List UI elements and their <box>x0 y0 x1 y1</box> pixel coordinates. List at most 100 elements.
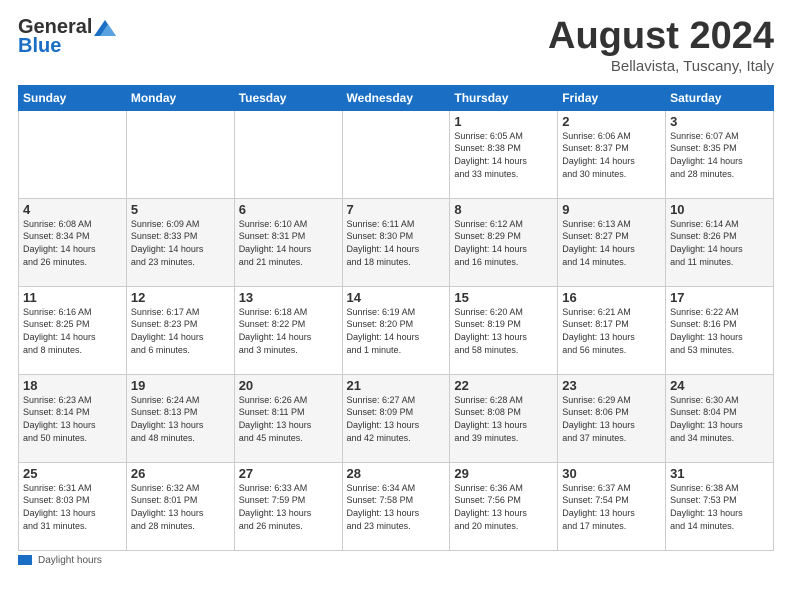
calendar-day: 23Sunrise: 6:29 AM Sunset: 8:06 PM Dayli… <box>558 374 666 462</box>
calendar-week-4: 18Sunrise: 6:23 AM Sunset: 8:14 PM Dayli… <box>19 374 774 462</box>
calendar-day: 3Sunrise: 6:07 AM Sunset: 8:35 PM Daylig… <box>666 110 774 198</box>
calendar-day: 6Sunrise: 6:10 AM Sunset: 8:31 PM Daylig… <box>234 198 342 286</box>
day-number: 25 <box>23 466 122 481</box>
calendar-day: 26Sunrise: 6:32 AM Sunset: 8:01 PM Dayli… <box>126 462 234 550</box>
logo-blue-text: Blue <box>18 35 61 58</box>
calendar-day: 19Sunrise: 6:24 AM Sunset: 8:13 PM Dayli… <box>126 374 234 462</box>
legend-icon <box>18 555 32 565</box>
calendar-week-1: 1Sunrise: 6:05 AM Sunset: 8:38 PM Daylig… <box>19 110 774 198</box>
day-number: 31 <box>670 466 769 481</box>
calendar-day: 5Sunrise: 6:09 AM Sunset: 8:33 PM Daylig… <box>126 198 234 286</box>
day-info: Sunrise: 6:30 AM Sunset: 8:04 PM Dayligh… <box>670 394 769 444</box>
col-friday: Friday <box>558 85 666 110</box>
day-info: Sunrise: 6:11 AM Sunset: 8:30 PM Dayligh… <box>347 218 446 268</box>
calendar-day: 4Sunrise: 6:08 AM Sunset: 8:34 PM Daylig… <box>19 198 127 286</box>
day-number: 6 <box>239 202 338 217</box>
calendar-day: 15Sunrise: 6:20 AM Sunset: 8:19 PM Dayli… <box>450 286 558 374</box>
calendar-day: 21Sunrise: 6:27 AM Sunset: 8:09 PM Dayli… <box>342 374 450 462</box>
day-number: 29 <box>454 466 553 481</box>
day-info: Sunrise: 6:12 AM Sunset: 8:29 PM Dayligh… <box>454 218 553 268</box>
day-info: Sunrise: 6:27 AM Sunset: 8:09 PM Dayligh… <box>347 394 446 444</box>
day-info: Sunrise: 6:38 AM Sunset: 7:53 PM Dayligh… <box>670 482 769 532</box>
day-info: Sunrise: 6:37 AM Sunset: 7:54 PM Dayligh… <box>562 482 661 532</box>
day-number: 1 <box>454 114 553 129</box>
day-info: Sunrise: 6:32 AM Sunset: 8:01 PM Dayligh… <box>131 482 230 532</box>
calendar-body: 1Sunrise: 6:05 AM Sunset: 8:38 PM Daylig… <box>19 110 774 550</box>
day-info: Sunrise: 6:20 AM Sunset: 8:19 PM Dayligh… <box>454 306 553 356</box>
day-info: Sunrise: 6:06 AM Sunset: 8:37 PM Dayligh… <box>562 130 661 180</box>
day-number: 11 <box>23 290 122 305</box>
day-number: 15 <box>454 290 553 305</box>
calendar-day <box>342 110 450 198</box>
calendar-day: 16Sunrise: 6:21 AM Sunset: 8:17 PM Dayli… <box>558 286 666 374</box>
logo: General Blue <box>18 16 116 58</box>
day-info: Sunrise: 6:16 AM Sunset: 8:25 PM Dayligh… <box>23 306 122 356</box>
calendar-day: 25Sunrise: 6:31 AM Sunset: 8:03 PM Dayli… <box>19 462 127 550</box>
calendar-day: 7Sunrise: 6:11 AM Sunset: 8:30 PM Daylig… <box>342 198 450 286</box>
col-monday: Monday <box>126 85 234 110</box>
day-number: 3 <box>670 114 769 129</box>
day-info: Sunrise: 6:10 AM Sunset: 8:31 PM Dayligh… <box>239 218 338 268</box>
calendar-week-5: 25Sunrise: 6:31 AM Sunset: 8:03 PM Dayli… <box>19 462 774 550</box>
calendar-day: 28Sunrise: 6:34 AM Sunset: 7:58 PM Dayli… <box>342 462 450 550</box>
calendar-day: 17Sunrise: 6:22 AM Sunset: 8:16 PM Dayli… <box>666 286 774 374</box>
calendar-day: 9Sunrise: 6:13 AM Sunset: 8:27 PM Daylig… <box>558 198 666 286</box>
calendar-day: 31Sunrise: 6:38 AM Sunset: 7:53 PM Dayli… <box>666 462 774 550</box>
calendar-day <box>19 110 127 198</box>
day-number: 26 <box>131 466 230 481</box>
day-number: 19 <box>131 378 230 393</box>
calendar-table: Sunday Monday Tuesday Wednesday Thursday… <box>18 85 774 551</box>
header: General Blue August 2024 Bellavista, Tus… <box>18 16 774 75</box>
location: Bellavista, Tuscany, Italy <box>548 58 774 75</box>
calendar-day: 30Sunrise: 6:37 AM Sunset: 7:54 PM Dayli… <box>558 462 666 550</box>
day-number: 9 <box>562 202 661 217</box>
col-saturday: Saturday <box>666 85 774 110</box>
calendar-day <box>234 110 342 198</box>
day-info: Sunrise: 6:08 AM Sunset: 8:34 PM Dayligh… <box>23 218 122 268</box>
day-number: 2 <box>562 114 661 129</box>
day-number: 20 <box>239 378 338 393</box>
day-info: Sunrise: 6:23 AM Sunset: 8:14 PM Dayligh… <box>23 394 122 444</box>
day-info: Sunrise: 6:22 AM Sunset: 8:16 PM Dayligh… <box>670 306 769 356</box>
calendar-day: 14Sunrise: 6:19 AM Sunset: 8:20 PM Dayli… <box>342 286 450 374</box>
day-number: 10 <box>670 202 769 217</box>
calendar-header: Sunday Monday Tuesday Wednesday Thursday… <box>19 85 774 110</box>
calendar-day: 22Sunrise: 6:28 AM Sunset: 8:08 PM Dayli… <box>450 374 558 462</box>
col-sunday: Sunday <box>19 85 127 110</box>
day-info: Sunrise: 6:05 AM Sunset: 8:38 PM Dayligh… <box>454 130 553 180</box>
day-info: Sunrise: 6:09 AM Sunset: 8:33 PM Dayligh… <box>131 218 230 268</box>
day-number: 28 <box>347 466 446 481</box>
calendar-day: 11Sunrise: 6:16 AM Sunset: 8:25 PM Dayli… <box>19 286 127 374</box>
calendar-day: 18Sunrise: 6:23 AM Sunset: 8:14 PM Dayli… <box>19 374 127 462</box>
day-info: Sunrise: 6:13 AM Sunset: 8:27 PM Dayligh… <box>562 218 661 268</box>
calendar-day: 24Sunrise: 6:30 AM Sunset: 8:04 PM Dayli… <box>666 374 774 462</box>
calendar-day: 10Sunrise: 6:14 AM Sunset: 8:26 PM Dayli… <box>666 198 774 286</box>
col-tuesday: Tuesday <box>234 85 342 110</box>
day-info: Sunrise: 6:07 AM Sunset: 8:35 PM Dayligh… <box>670 130 769 180</box>
calendar-day: 2Sunrise: 6:06 AM Sunset: 8:37 PM Daylig… <box>558 110 666 198</box>
month-title: August 2024 <box>548 16 774 58</box>
day-info: Sunrise: 6:26 AM Sunset: 8:11 PM Dayligh… <box>239 394 338 444</box>
legend: Daylight hours <box>18 555 774 566</box>
day-info: Sunrise: 6:36 AM Sunset: 7:56 PM Dayligh… <box>454 482 553 532</box>
day-number: 18 <box>23 378 122 393</box>
day-info: Sunrise: 6:34 AM Sunset: 7:58 PM Dayligh… <box>347 482 446 532</box>
day-number: 14 <box>347 290 446 305</box>
calendar-day: 20Sunrise: 6:26 AM Sunset: 8:11 PM Dayli… <box>234 374 342 462</box>
day-number: 27 <box>239 466 338 481</box>
day-number: 16 <box>562 290 661 305</box>
day-number: 22 <box>454 378 553 393</box>
day-number: 30 <box>562 466 661 481</box>
calendar-day: 13Sunrise: 6:18 AM Sunset: 8:22 PM Dayli… <box>234 286 342 374</box>
calendar-day: 27Sunrise: 6:33 AM Sunset: 7:59 PM Dayli… <box>234 462 342 550</box>
day-info: Sunrise: 6:33 AM Sunset: 7:59 PM Dayligh… <box>239 482 338 532</box>
day-number: 23 <box>562 378 661 393</box>
calendar-day: 1Sunrise: 6:05 AM Sunset: 8:38 PM Daylig… <box>450 110 558 198</box>
col-wednesday: Wednesday <box>342 85 450 110</box>
page: General Blue August 2024 Bellavista, Tus… <box>0 0 792 612</box>
header-row: Sunday Monday Tuesday Wednesday Thursday… <box>19 85 774 110</box>
day-number: 13 <box>239 290 338 305</box>
day-number: 17 <box>670 290 769 305</box>
title-block: August 2024 Bellavista, Tuscany, Italy <box>548 16 774 75</box>
day-number: 12 <box>131 290 230 305</box>
